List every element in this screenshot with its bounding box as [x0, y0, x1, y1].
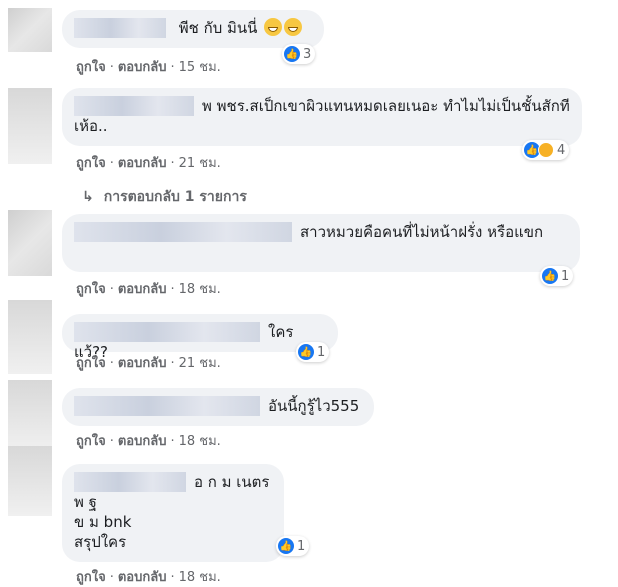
- comment-actions: ถูกใจ · ตอบกลับ · 18 ชม.: [76, 278, 221, 299]
- author-name[interactable]: [74, 396, 260, 416]
- comment-actions: ถูกใจ · ตอบกลับ · 21 ชม.: [76, 352, 221, 373]
- thumbs-up-icon: 👍: [298, 344, 314, 360]
- reply-button[interactable]: ตอบกลับ: [118, 282, 167, 297]
- separator: ·: [109, 570, 114, 585]
- thumbs-up-icon: 👍: [278, 538, 294, 554]
- comment-first-line: อ ก ม เนตร: [74, 472, 272, 492]
- comment-text: อันนี้กูรู้ไว555: [268, 397, 360, 415]
- comment-text: อ ก ม เนตร: [194, 473, 270, 491]
- separator: ·: [109, 156, 114, 171]
- reply-button[interactable]: ตอบกลับ: [118, 156, 167, 171]
- like-button[interactable]: ถูกใจ: [76, 570, 106, 585]
- author-name[interactable]: [74, 322, 260, 342]
- timestamp[interactable]: 21 ชม.: [179, 156, 221, 171]
- separator: ·: [109, 434, 114, 449]
- like-button[interactable]: ถูกใจ: [76, 156, 106, 171]
- comment-line: พ ฐ: [74, 493, 97, 511]
- haha-reaction-icon: [538, 142, 554, 158]
- separator: ·: [170, 570, 175, 585]
- comment-line: สรุปใคร: [74, 533, 127, 551]
- comment-line: ข ม bnk: [74, 513, 132, 531]
- separator: ·: [109, 282, 114, 297]
- separator: ·: [109, 60, 114, 75]
- avatar[interactable]: [8, 210, 52, 276]
- avatar[interactable]: [8, 88, 52, 164]
- view-replies-link[interactable]: ↳ การตอบกลับ 1 รายการ: [82, 186, 247, 208]
- reaction-number: 1: [297, 538, 306, 554]
- separator: ·: [109, 356, 114, 371]
- author-name[interactable]: [74, 18, 166, 38]
- comment-bubble: พีช กับ มินนี่: [62, 10, 324, 48]
- comment-bubble: อ ก ม เนตร พ ฐ ข ม bnk สรุปใคร: [62, 464, 284, 562]
- comment-actions: ถูกใจ · ตอบกลับ · 18 ชม.: [76, 430, 221, 451]
- separator: ·: [170, 356, 175, 371]
- reply-arrow-icon: ↳: [82, 189, 94, 205]
- thumbs-up-icon: 👍: [284, 46, 300, 62]
- reply-button[interactable]: ตอบกลับ: [118, 356, 167, 371]
- timestamp[interactable]: 18 ชม.: [179, 434, 221, 449]
- reply-button[interactable]: ตอบกลับ: [118, 434, 167, 449]
- reply-button[interactable]: ตอบกลับ: [118, 60, 167, 75]
- reaction-number: 1: [561, 268, 570, 284]
- reaction-number: 4: [557, 142, 566, 158]
- reply-button[interactable]: ตอบกลับ: [118, 570, 167, 585]
- avatar[interactable]: [8, 8, 52, 52]
- reaction-count[interactable]: 👍 1: [276, 536, 310, 556]
- separator: ·: [170, 434, 175, 449]
- thumbs-up-icon: 👍: [542, 268, 558, 284]
- timestamp[interactable]: 15 ชม.: [179, 60, 221, 75]
- separator: ·: [170, 282, 175, 297]
- grinning-emoji-icon: [264, 18, 283, 36]
- author-name[interactable]: [74, 222, 292, 242]
- like-button[interactable]: ถูกใจ: [76, 60, 106, 75]
- author-name[interactable]: [74, 96, 194, 116]
- avatar[interactable]: [8, 446, 52, 516]
- comment-bubble: สาวหมวยคือคนที่ไม่หน้าฝรั่ง หรือแขก: [62, 214, 580, 272]
- reaction-number: 1: [317, 344, 326, 360]
- author-name[interactable]: [74, 472, 186, 492]
- like-button[interactable]: ถูกใจ: [76, 356, 106, 371]
- avatar[interactable]: [8, 300, 52, 374]
- timestamp[interactable]: 18 ชม.: [179, 282, 221, 297]
- view-replies-label: การตอบกลับ 1 รายการ: [103, 189, 247, 205]
- reaction-count[interactable]: 👍 4: [522, 140, 570, 160]
- avatar[interactable]: [8, 380, 52, 450]
- reaction-count[interactable]: 👍 1: [540, 266, 574, 286]
- separator: ·: [170, 156, 175, 171]
- separator: ·: [170, 60, 175, 75]
- comment-bubble: พ พชร.สเป็กเขาผิวแทนหมดเลยเนอะ ทำไมไม่เป…: [62, 88, 582, 146]
- like-button[interactable]: ถูกใจ: [76, 282, 106, 297]
- like-button[interactable]: ถูกใจ: [76, 434, 106, 449]
- comment-bubble: อันนี้กูรู้ไว555: [62, 388, 374, 426]
- comment-actions: ถูกใจ · ตอบกลับ · 15 ชม.: [76, 56, 221, 77]
- comment-actions: ถูกใจ · ตอบกลับ · 18 ชม.: [76, 566, 221, 587]
- grinning-emoji-icon: [284, 18, 303, 36]
- reaction-number: 3: [303, 46, 312, 62]
- comment-text: สาวหมวยคือคนที่ไม่หน้าฝรั่ง หรือแขก: [300, 223, 544, 241]
- comment-text: พีช กับ มินนี่: [178, 19, 258, 37]
- timestamp[interactable]: 21 ชม.: [179, 356, 221, 371]
- comment-actions: ถูกใจ · ตอบกลับ · 21 ชม.: [76, 152, 221, 173]
- timestamp[interactable]: 18 ชม.: [179, 570, 221, 585]
- reaction-count[interactable]: 👍 1: [296, 342, 330, 362]
- reaction-count[interactable]: 👍 3: [282, 44, 316, 64]
